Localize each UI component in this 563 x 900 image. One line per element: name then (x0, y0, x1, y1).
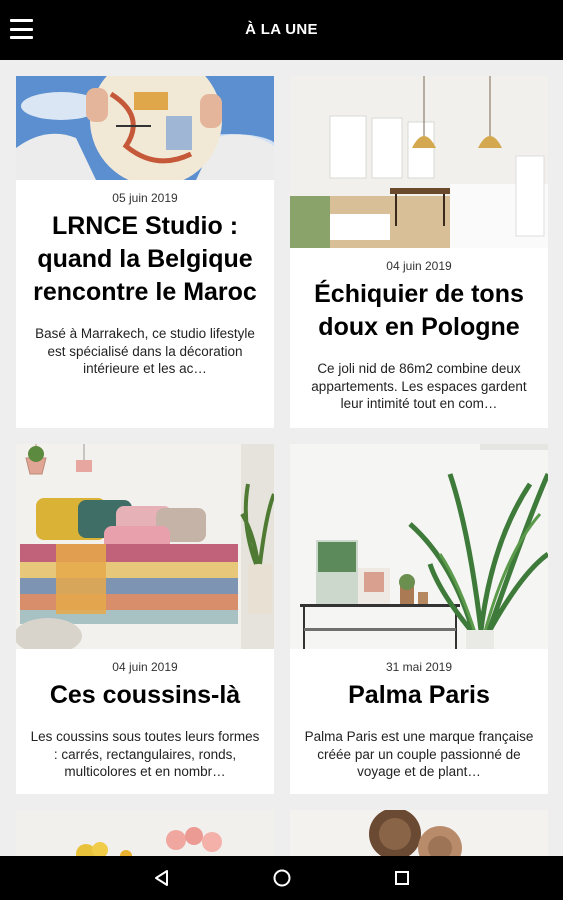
article-excerpt: Les coussins sous toutes leurs formes : … (30, 729, 260, 779)
article-title[interactable]: Ces coussins-là (26, 679, 264, 712)
article-date: 05 juin 2019 (112, 191, 178, 205)
article-card[interactable] (16, 810, 274, 856)
recents-square-icon[interactable] (372, 856, 432, 900)
article-card[interactable]: 04 juin 2019 Ces coussins-là Les coussin… (16, 444, 274, 794)
article-image (290, 810, 548, 856)
article-image (16, 444, 274, 649)
system-nav-bar (0, 856, 563, 900)
article-excerpt: Ce joli nid de 86m2 combine deux apparte… (311, 361, 527, 411)
article-card[interactable]: 05 juin 2019 LRNCE Studio : quand la Bel… (16, 76, 274, 428)
article-date: 31 mai 2019 (385, 660, 453, 674)
article-image (290, 76, 548, 248)
article-image (16, 76, 274, 180)
home-circle-icon[interactable] (252, 856, 312, 900)
article-excerpt: Basé à Marrakech, ce studio lifestyle es… (35, 326, 255, 376)
article-excerpt: Palma Paris est une marque française cré… (304, 729, 534, 779)
back-triangle-icon[interactable] (132, 856, 192, 900)
article-date: 04 juin 2019 (112, 660, 178, 674)
page-title: À LA UNE (245, 21, 318, 38)
app-bar: À LA UNE (0, 0, 563, 60)
article-title[interactable]: LRNCE Studio : quand la Belgique rencont… (26, 210, 264, 309)
article-card[interactable]: 04 juin 2019 Échiquier de tons doux en P… (290, 76, 548, 428)
article-date: 04 juin 2019 (386, 259, 452, 273)
article-image (290, 444, 548, 649)
article-image (16, 810, 274, 856)
article-title[interactable]: Échiquier de tons doux en Pologne (300, 278, 538, 344)
article-card[interactable] (290, 810, 548, 856)
article-title[interactable]: Palma Paris (300, 679, 538, 712)
article-feed[interactable]: 05 juin 2019 LRNCE Studio : quand la Bel… (0, 60, 563, 856)
article-card[interactable]: 31 mai 2019 Palma Paris Palma Paris est … (290, 444, 548, 794)
